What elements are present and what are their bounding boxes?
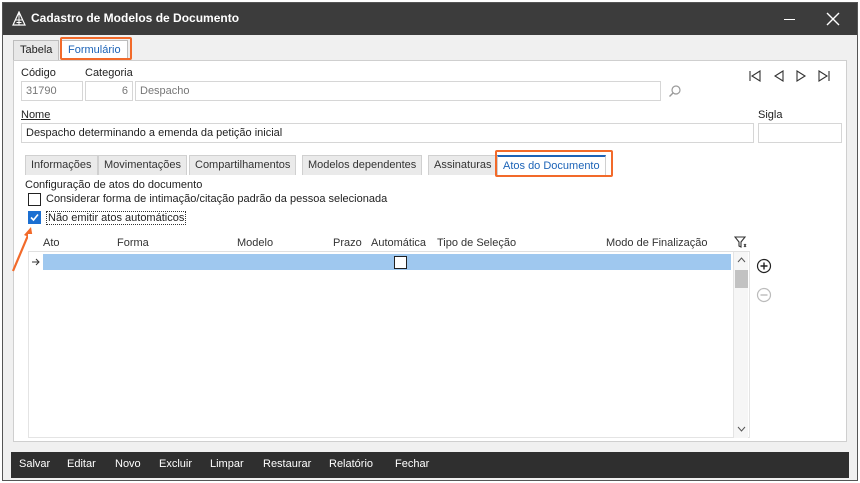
minimize-icon[interactable] xyxy=(779,9,799,29)
remove-row-icon[interactable] xyxy=(756,287,772,303)
tab-atos-do-documento[interactable]: Atos do Documento xyxy=(497,155,606,175)
fechar-button[interactable]: Fechar xyxy=(395,458,429,470)
main-window: Cadastro de Modelos de Documento Tabela … xyxy=(2,2,858,481)
tab-informacoes[interactable]: Informações xyxy=(25,155,98,175)
codigo-label: Código xyxy=(21,67,56,79)
table-row[interactable] xyxy=(43,254,731,270)
column-modo-finalizacao[interactable]: Modo de Finalização xyxy=(606,237,708,249)
codigo-field[interactable]: 31790 xyxy=(21,81,83,101)
categoria-label: Categoria xyxy=(85,67,133,79)
atos-grid xyxy=(28,252,750,438)
title-bar: Cadastro de Modelos de Documento xyxy=(3,3,857,35)
nome-label: Nome xyxy=(21,109,51,121)
last-record-icon[interactable] xyxy=(817,69,831,83)
considerar-checkbox[interactable] xyxy=(28,193,41,206)
search-icon[interactable] xyxy=(668,84,682,98)
filter-icon[interactable] xyxy=(734,235,748,249)
atos-grid-header: Ato Forma Modelo Prazo Automática Tipo d… xyxy=(28,234,750,252)
tab-tabela[interactable]: Tabela xyxy=(13,40,60,60)
atos-section-title: Configuração de atos do documento xyxy=(25,179,203,191)
tab-assinaturas[interactable]: Assinaturas xyxy=(428,155,498,175)
tab-modelos-dependentes[interactable]: Modelos dependentes xyxy=(302,155,423,175)
tab-informacoes-label: Informações xyxy=(31,159,92,171)
restaurar-button[interactable]: Restaurar xyxy=(263,458,311,470)
tab-movimentacoes[interactable]: Movimentações xyxy=(98,155,188,175)
considerar-label: Considerar forma de intimação/citação pa… xyxy=(46,193,388,205)
tab-tabela-label: Tabela xyxy=(20,44,53,56)
limpar-button[interactable]: Limpar xyxy=(210,458,244,470)
editar-button[interactable]: Editar xyxy=(67,458,96,470)
column-tipo-selecao[interactable]: Tipo de Seleção xyxy=(437,237,516,249)
first-record-icon[interactable] xyxy=(748,69,762,83)
tab-compartilhamentos[interactable]: Compartilhamentos xyxy=(189,155,297,175)
sigla-label: Sigla xyxy=(758,109,783,121)
window-title: Cadastro de Modelos de Documento xyxy=(31,11,240,25)
excluir-button[interactable]: Excluir xyxy=(159,458,192,470)
column-forma[interactable]: Forma xyxy=(117,237,149,249)
nao-emitir-checkbox[interactable] xyxy=(28,211,41,224)
tab-modelos-dependentes-label: Modelos dependentes xyxy=(308,159,417,171)
nao-emitir-label: Não emitir atos automáticos xyxy=(46,211,187,225)
automatica-checkbox[interactable] xyxy=(394,256,407,269)
column-prazo[interactable]: Prazo xyxy=(333,237,362,249)
column-ato[interactable]: Ato xyxy=(43,237,60,249)
nome-field[interactable]: Despacho determinando a emenda da petiçã… xyxy=(21,123,754,143)
tab-movimentacoes-label: Movimentações xyxy=(104,159,182,171)
sigla-field[interactable] xyxy=(758,123,842,143)
close-icon[interactable] xyxy=(823,9,843,29)
tab-assinaturas-label: Assinaturas xyxy=(434,159,492,171)
tab-compartilhamentos-label: Compartilhamentos xyxy=(195,159,291,171)
relatorio-button[interactable]: Relatório xyxy=(329,458,373,470)
next-record-icon[interactable] xyxy=(794,69,808,83)
row-pointer-icon xyxy=(32,258,40,266)
tab-formulario[interactable]: Formulário xyxy=(61,40,128,60)
scroll-thumb[interactable] xyxy=(735,270,748,288)
categoria-number-field[interactable]: 6 xyxy=(85,81,133,101)
scroll-down-icon[interactable] xyxy=(737,426,746,432)
action-bar: Salvar Editar Novo Excluir Limpar Restau… xyxy=(11,452,849,478)
tab-atos-do-documento-label: Atos do Documento xyxy=(503,160,600,172)
salvar-button[interactable]: Salvar xyxy=(19,458,50,470)
column-automatica[interactable]: Automática xyxy=(371,237,426,249)
tab-formulario-label: Formulário xyxy=(68,44,121,56)
categoria-name-field[interactable]: Despacho xyxy=(135,81,661,101)
scroll-up-icon[interactable] xyxy=(737,257,746,263)
novo-button[interactable]: Novo xyxy=(115,458,141,470)
checkmark-icon xyxy=(30,213,39,222)
add-row-icon[interactable] xyxy=(756,258,772,274)
grid-scrollbar[interactable] xyxy=(733,252,748,438)
scales-icon xyxy=(12,11,26,26)
previous-record-icon[interactable] xyxy=(772,69,786,83)
column-modelo[interactable]: Modelo xyxy=(237,237,273,249)
